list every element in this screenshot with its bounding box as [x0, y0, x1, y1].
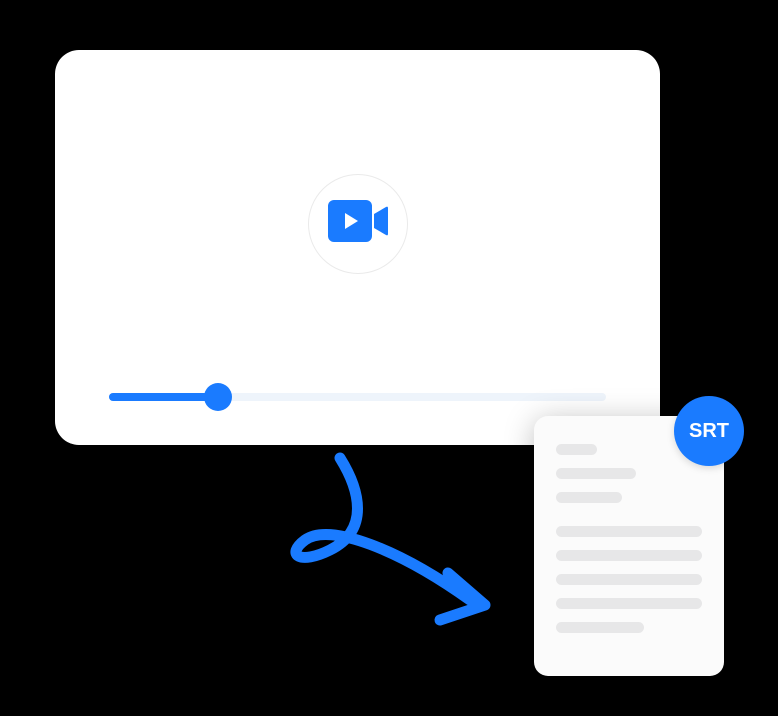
subtitle-document-card: SRT	[534, 416, 724, 676]
badge-label: SRT	[689, 420, 729, 443]
video-player-card	[55, 50, 660, 445]
doc-text-line	[556, 598, 702, 609]
doc-text-line	[556, 550, 702, 561]
doc-text-line	[556, 622, 644, 633]
play-button-circle	[308, 174, 408, 274]
arrow-down-right-icon	[280, 440, 520, 640]
doc-text-line	[556, 574, 702, 585]
doc-text-line	[556, 526, 702, 537]
srt-format-badge: SRT	[674, 396, 744, 466]
video-seek-thumb	[204, 383, 232, 411]
video-seek-fill	[109, 393, 218, 401]
doc-text-line	[556, 444, 597, 455]
doc-text-line	[556, 492, 622, 503]
doc-text-line	[556, 468, 636, 479]
video-seek-track	[109, 393, 606, 401]
video-camera-play-icon	[328, 200, 388, 247]
